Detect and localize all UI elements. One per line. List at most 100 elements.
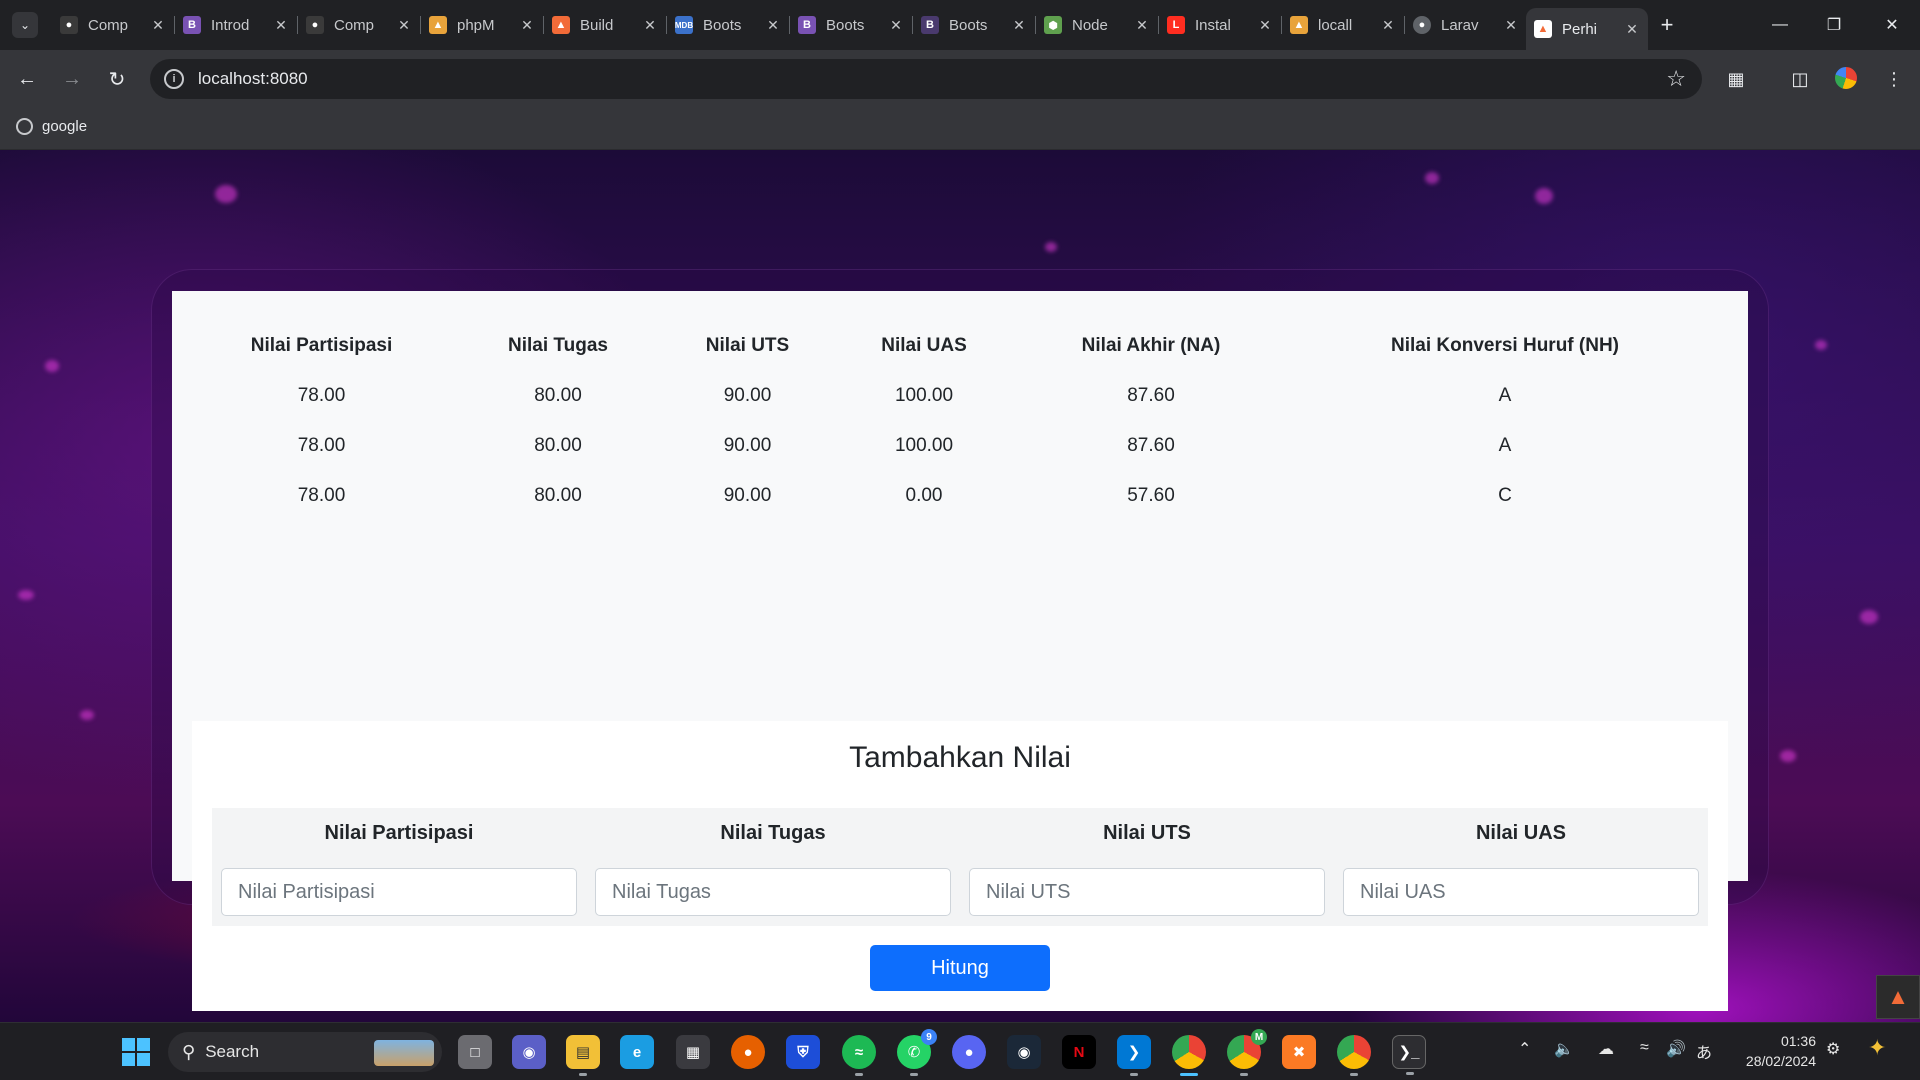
- side-panel-icon[interactable]: ◫: [1786, 65, 1814, 93]
- bookmark-label: google: [42, 118, 88, 135]
- settings-gear-icon[interactable]: ⚙: [1826, 1039, 1840, 1059]
- vpn-shield-icon[interactable]: ⛨: [786, 1035, 820, 1069]
- steam-icon[interactable]: ◉: [1007, 1035, 1041, 1069]
- close-tab-icon[interactable]: ✕: [1380, 17, 1396, 34]
- browser-tab[interactable]: L Instal ✕: [1159, 8, 1281, 42]
- table-row: 78.00 80.00 90.00 100.00 87.60 A: [196, 371, 1730, 421]
- browser-tab[interactable]: B Introd ✕: [175, 8, 297, 42]
- bookmarks-bar: google: [0, 108, 1920, 150]
- close-tab-icon[interactable]: ✕: [1257, 17, 1273, 34]
- table-row: 78.00 80.00 90.00 100.00 87.60 A: [196, 421, 1730, 471]
- browser-tab[interactable]: ▲ phpM ✕: [421, 8, 543, 42]
- close-tab-icon[interactable]: ✕: [1011, 17, 1027, 34]
- column-header: Nilai Akhir (NA): [1081, 335, 1221, 356]
- tray-chevron-icon[interactable]: ⌃: [1518, 1039, 1531, 1059]
- browser-tab[interactable]: B Boots ✕: [790, 8, 912, 42]
- file-explorer-icon[interactable]: ▤: [566, 1035, 600, 1076]
- close-tab-icon[interactable]: ✕: [519, 17, 535, 34]
- minimize-icon[interactable]: —: [1752, 0, 1808, 50]
- back-arrow-icon[interactable]: ←: [12, 64, 42, 94]
- chrome-alt-icon[interactable]: [1337, 1035, 1371, 1076]
- close-tab-icon[interactable]: ✕: [1134, 17, 1150, 34]
- taskbar-search[interactable]: ⚲ Search: [168, 1032, 442, 1072]
- close-tab-icon[interactable]: ✕: [150, 17, 166, 34]
- browser-tab[interactable]: ⬢ Node ✕: [1036, 8, 1158, 42]
- table-cell: 90.00: [723, 485, 772, 506]
- extensions-puzzle-icon[interactable]: ▦: [1722, 65, 1750, 93]
- browser-tab[interactable]: ● Larav ✕: [1405, 8, 1527, 42]
- browser-tab[interactable]: ▲ locall ✕: [1282, 8, 1404, 42]
- more-menu-icon[interactable]: ⋮: [1880, 65, 1908, 93]
- close-tab-icon[interactable]: ✕: [765, 17, 781, 34]
- profile-avatar[interactable]: [1833, 65, 1859, 91]
- nodejs-icon: ⬢: [1044, 16, 1062, 34]
- task-view-icon[interactable]: □: [458, 1035, 492, 1069]
- close-window-icon[interactable]: ✕: [1864, 0, 1920, 50]
- whatsapp-icon[interactable]: ✆ 9: [897, 1029, 937, 1076]
- tab-title: Node: [1072, 16, 1108, 34]
- panda-icon: ●: [60, 16, 78, 34]
- terminal-icon[interactable]: ❯_: [1392, 1035, 1426, 1075]
- speaker-icon[interactable]: 🔈: [1554, 1039, 1574, 1059]
- table-cell: 80.00: [534, 385, 582, 406]
- column-header: Nilai Konversi Huruf (NH): [1390, 335, 1620, 356]
- browser-tab[interactable]: ● Comp ✕: [52, 8, 174, 42]
- nilai-partisipasi-input[interactable]: [221, 868, 577, 916]
- system-clock[interactable]: 01:36 28/02/2024: [1736, 1031, 1816, 1071]
- close-tab-icon[interactable]: ✕: [1624, 21, 1640, 38]
- tab-title: Comp: [334, 16, 375, 34]
- close-tab-icon[interactable]: ✕: [1503, 17, 1519, 34]
- table-cell: 57.60: [1127, 485, 1175, 506]
- xampp-icon[interactable]: ✖: [1282, 1035, 1316, 1069]
- address-url[interactable]: localhost:8080: [198, 69, 308, 89]
- onedrive-cloud-icon[interactable]: ☁: [1598, 1039, 1614, 1059]
- tab-title: Boots: [703, 16, 742, 34]
- hitung-button[interactable]: Hitung: [870, 945, 1050, 991]
- tab-search-chevron-icon[interactable]: ⌄: [12, 12, 38, 38]
- table-row: 78.00 80.00 90.00 0.00 57.60 C: [196, 471, 1730, 521]
- discord-icon[interactable]: ●: [952, 1035, 986, 1069]
- tab-title: Perhi: [1562, 20, 1598, 38]
- fire-widget-icon[interactable]: ▲: [1876, 975, 1920, 1019]
- chrome-profile-icon[interactable]: M: [1227, 1029, 1267, 1076]
- bookmark-google[interactable]: google: [16, 118, 87, 135]
- chrome-icon[interactable]: [1172, 1035, 1206, 1076]
- browser-tab-active[interactable]: ▲ Perhi ✕: [1526, 8, 1648, 50]
- meet-icon[interactable]: ◉: [512, 1035, 546, 1069]
- netflix-icon[interactable]: N: [1062, 1035, 1096, 1069]
- close-tab-icon[interactable]: ✕: [273, 17, 289, 34]
- edge-icon[interactable]: e: [620, 1035, 654, 1069]
- vscode-icon[interactable]: ❯: [1117, 1035, 1151, 1076]
- browser-tab[interactable]: ▲ Build ✕: [544, 8, 666, 42]
- wifi-icon[interactable]: ≈: [1640, 1039, 1649, 1057]
- copilot-icon[interactable]: ✦: [1868, 1035, 1886, 1061]
- firefox-icon[interactable]: ●: [731, 1035, 765, 1069]
- nilai-tugas-input[interactable]: [595, 868, 951, 916]
- nilai-uas-input[interactable]: [1343, 868, 1699, 916]
- new-tab-button[interactable]: +: [1652, 10, 1682, 40]
- bookmark-star-icon[interactable]: ☆: [1666, 66, 1686, 92]
- browser-tab[interactable]: MDB Boots ✕: [667, 8, 789, 42]
- table-cell: 80.00: [534, 435, 582, 456]
- table-cell: 78.00: [297, 385, 346, 406]
- search-icon: ⚲: [182, 1041, 196, 1062]
- close-tab-icon[interactable]: ✕: [396, 17, 412, 34]
- volume-icon[interactable]: 🔊: [1666, 1039, 1686, 1059]
- language-icon[interactable]: あ: [1696, 1039, 1712, 1063]
- restore-icon[interactable]: ❐: [1806, 0, 1862, 50]
- address-bar[interactable]: i localhost:8080 ☆: [150, 59, 1702, 99]
- chrome-profile-badge: M: [1251, 1029, 1267, 1045]
- browser-tab[interactable]: B Boots ✕: [913, 8, 1035, 42]
- close-tab-icon[interactable]: ✕: [642, 17, 658, 34]
- spotify-icon[interactable]: ≈: [842, 1035, 876, 1076]
- forward-arrow-icon[interactable]: →: [57, 64, 87, 94]
- site-info-icon[interactable]: i: [164, 69, 184, 89]
- browser-tab[interactable]: ● Comp ✕: [298, 8, 420, 42]
- panda-icon: ●: [306, 16, 324, 34]
- windows-start-icon[interactable]: [122, 1038, 150, 1066]
- microsoft-store-icon[interactable]: ▦: [676, 1035, 710, 1069]
- table-cell: 78.00: [297, 435, 346, 456]
- reload-icon[interactable]: ↻: [102, 64, 132, 94]
- close-tab-icon[interactable]: ✕: [888, 17, 904, 34]
- nilai-uts-input[interactable]: [969, 868, 1325, 916]
